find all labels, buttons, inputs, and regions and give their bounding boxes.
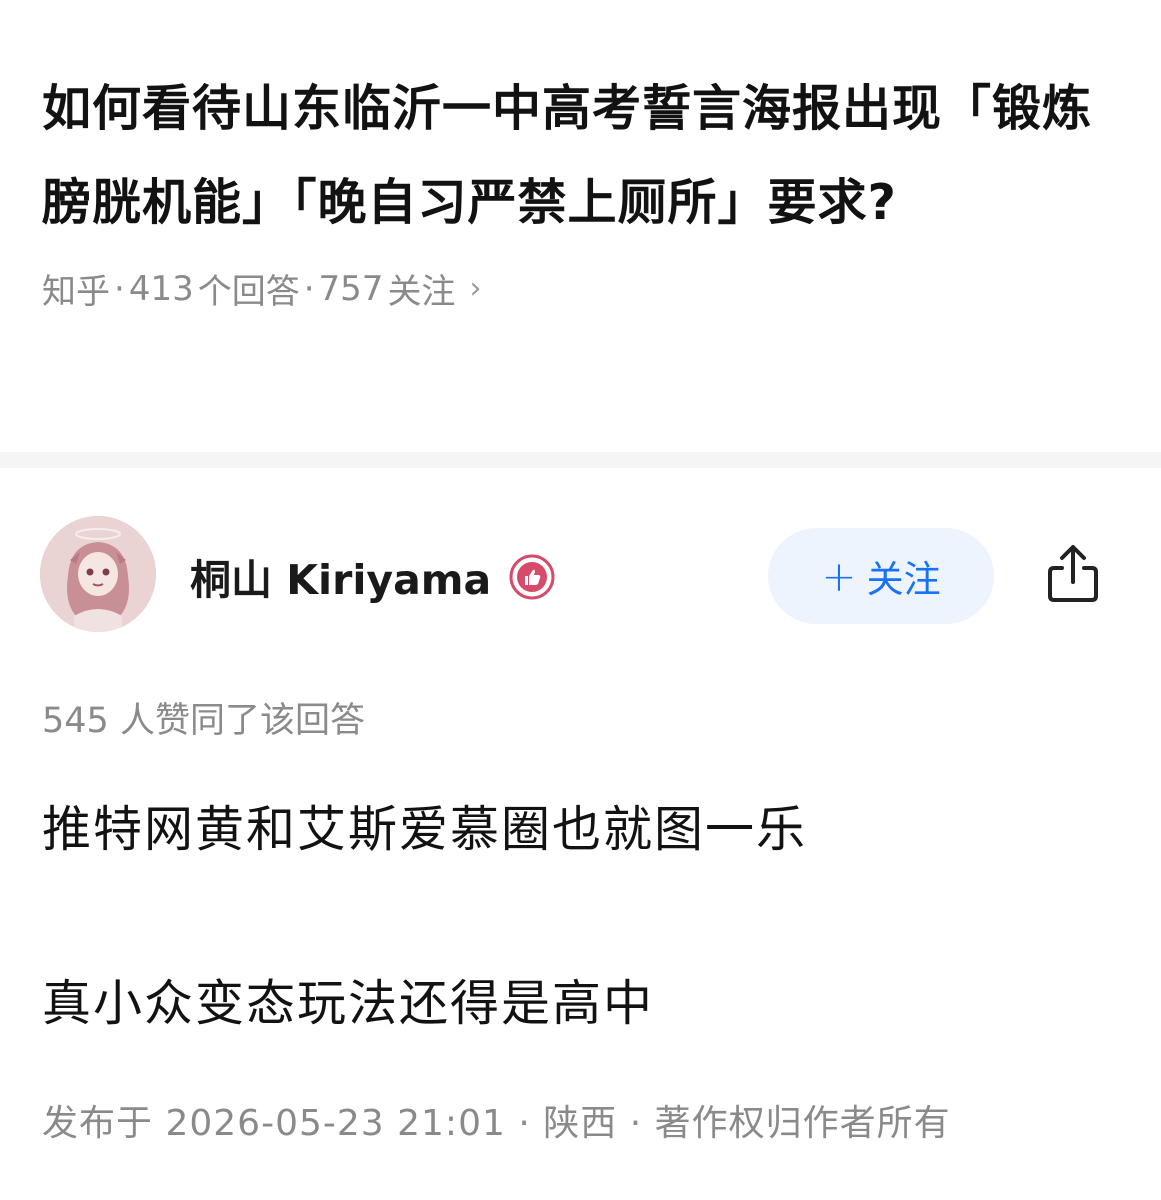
answer-paragraph: 推特网黄和艾斯爱慕圈也就图一乐 [42, 801, 808, 858]
section-divider [0, 452, 1161, 468]
publish-time: 2026-05-23 21:01 [165, 1103, 506, 1144]
meta-separator: · [303, 268, 315, 309]
chevron-right-icon: › [469, 271, 482, 306]
footer-separator: · [629, 1103, 643, 1144]
avatar-illustration-icon [40, 516, 156, 632]
answer-footer: 发布于 2026-05-23 21:01 · 陕西 · 著作权归作者所有 [42, 1094, 951, 1146]
footer-separator: · [518, 1103, 531, 1144]
plus-icon: + [821, 551, 857, 601]
follow-button[interactable]: + 关注 [768, 528, 994, 624]
answer-body[interactable]: 推特网黄和艾斯爱慕圈也就图一乐 真小众变态玩法还得是高中 [42, 790, 1122, 1044]
upvote-label: 人赞同了该回答 [119, 701, 365, 741]
question-title[interactable]: 如何看待山东临沂一中高考誓言海报出现「锻炼膀胱机能」「晚自习严禁上厕所」要求? [42, 62, 1112, 250]
author-name[interactable]: 桐山 Kiriyama [190, 546, 491, 606]
author-row: 桐山 Kiriyama + 关注 [40, 516, 1120, 634]
meta-separator: · [114, 268, 125, 309]
publish-location: 陕西 [543, 1103, 618, 1144]
answers-label: 个回答 [197, 272, 300, 312]
source-label: 知乎 [42, 272, 110, 312]
upvote-info: 545 人赞同了该回答 [42, 692, 365, 743]
upvote-count: 545 [42, 701, 109, 741]
thumbs-up-badge-icon [508, 553, 556, 601]
share-button[interactable] [1040, 540, 1106, 606]
avatar[interactable] [40, 516, 156, 632]
follow-label: 关注 [866, 558, 941, 601]
copyright-notice: 著作权归作者所有 [654, 1103, 951, 1144]
followers-count: 757 [318, 268, 384, 309]
answer-paragraph: 真小众变态玩法还得是高中 [42, 975, 655, 1032]
answers-count: 413 [128, 268, 194, 309]
publish-prefix: 发布于 [42, 1103, 154, 1144]
question-meta[interactable]: 知乎 · 413 个回答 · 757 关注 › [42, 264, 1112, 313]
followers-label: 关注 [387, 272, 456, 312]
question-header: 如何看待山东临沂一中高考誓言海报出现「锻炼膀胱机能」「晚自习严禁上厕所」要求? … [42, 62, 1112, 313]
share-icon [1048, 545, 1098, 602]
